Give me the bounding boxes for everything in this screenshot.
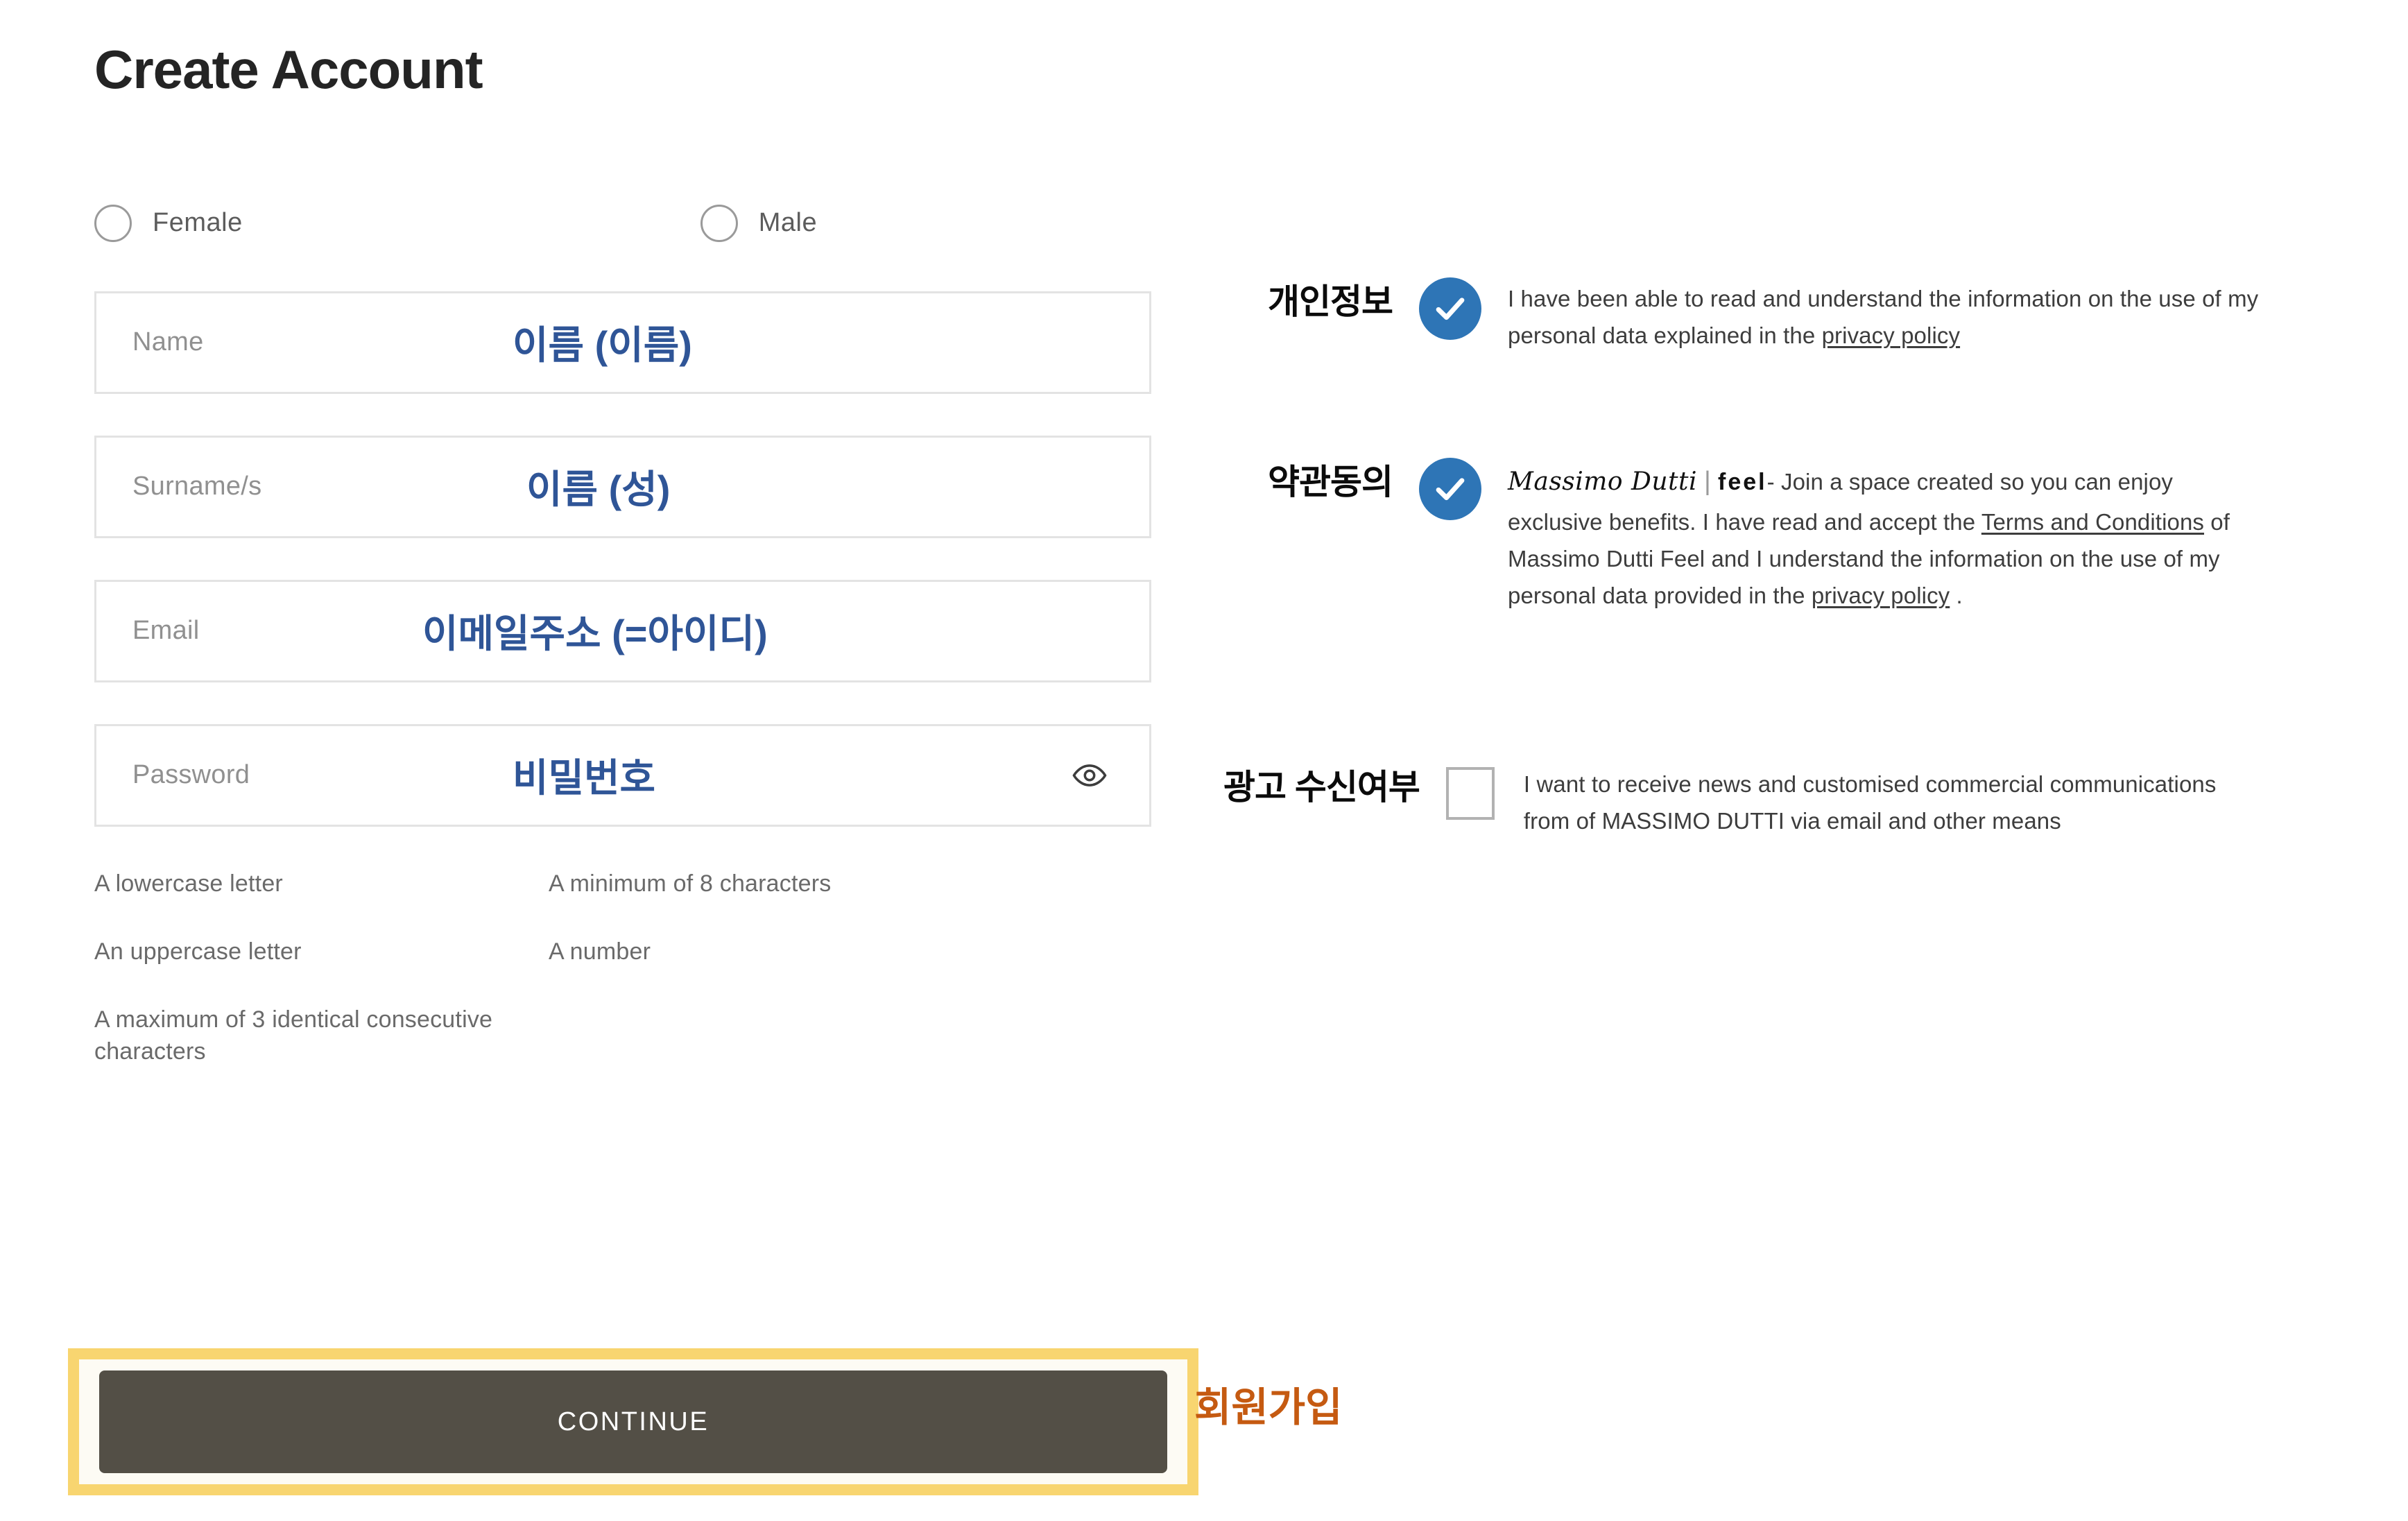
consent-terms-korean-label: 약관동의 [1268,463,1393,501]
password-requirement-item: An uppercase letter [94,938,302,965]
gender-radio-group: Female Male [94,203,1190,244]
password-field-annotation: 비밀번호 [513,756,656,800]
continue-button-highlight: CONTINUE [68,1348,1198,1495]
password-field[interactable]: Password 비밀번호 [94,723,1151,827]
consent-row-terms: 약관동의 Massimo Dutti | feel- Join a space cr… [1268,458,2264,615]
signup-form-column: Create Account Female Male Name 이름 (이름) … [94,39,1190,1065]
email-field-annotation: 이메일주소 (=아이디) [422,612,768,656]
consent-terms-text: Massimo Dutti | feel- Join a space created… [1508,458,2264,615]
checkbox-privacy-checked-icon[interactable] [1419,277,1481,340]
consent-terms-text-end: . [1950,583,1963,609]
consent-row-marketing: 광고 수신여부 I want to receive news and custo… [1223,763,2238,840]
checkbox-marketing-unchecked-icon[interactable] [1445,767,1495,820]
password-requirement-item: A lowercase letter [94,870,283,897]
consent-privacy-korean-label: 개인정보 [1268,282,1393,321]
email-field-placeholder: Email [132,616,200,646]
page-title: Create Account [94,39,483,100]
continue-button[interactable]: CONTINUE [99,1370,1167,1473]
consent-row-privacy: 개인정보 I have been able to read and unders… [1268,277,2278,354]
consent-marketing-text: I want to receive news and customised co… [1523,771,2217,834]
privacy-policy-link-2[interactable]: privacy policy [1812,583,1950,608]
surname-field-annotation: 이름 (성) [526,467,671,512]
email-field[interactable]: Email 이메일주소 (=아이디) [94,579,1151,682]
radio-label-male: Male [758,208,818,238]
surname-field-placeholder: Surname/s [132,472,262,501]
password-field-placeholder: Password [132,760,250,790]
consent-privacy-text: I have been able to read and understand … [1508,277,2278,354]
name-field[interactable]: Name 이름 (이름) [94,291,1151,394]
consents-column: 개인정보 I have been able to read and unders… [1179,0,2408,1521]
radio-circle-male-icon[interactable] [700,204,738,242]
feel-brand: feel [1718,469,1767,495]
radio-option-female[interactable]: Female [94,204,243,242]
password-requirement-item: A minimum of 8 characters [549,870,832,897]
create-account-page: Create Account Female Male Name 이름 (이름) … [0,0,2408,1521]
terms-and-conditions-link[interactable]: Terms and Conditions [1981,509,2204,535]
massimo-dutti-brand: Massimo Dutti [1508,467,1698,496]
privacy-policy-link[interactable]: privacy policy [1822,323,1960,348]
name-field-placeholder: Name [132,327,204,357]
brand-separator: | [1704,467,1712,496]
password-requirements: A lowercase letter An uppercase letter A… [94,868,1065,1065]
consent-marketing-korean-label: 광고 수신여부 [1223,768,1420,807]
name-field-annotation: 이름 (이름) [513,323,692,368]
surname-field[interactable]: Surname/s 이름 (성) [94,435,1151,538]
radio-option-male[interactable]: Male [700,204,818,242]
eye-icon[interactable] [1072,757,1108,793]
radio-label-female: Female [153,208,243,238]
password-requirement-item: A maximum of 3 identical consecutive cha… [94,1006,493,1065]
checkbox-terms-checked-icon[interactable] [1419,458,1481,520]
password-requirement-item: A number [549,938,651,965]
radio-circle-female-icon[interactable] [94,204,132,242]
